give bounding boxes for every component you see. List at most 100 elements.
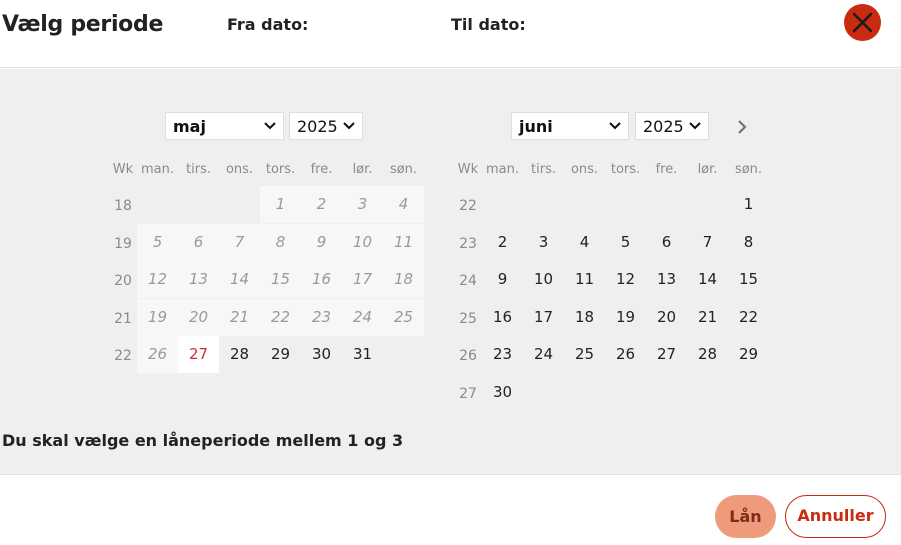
- day-cell[interactable]: 27: [646, 336, 687, 373]
- day-cell: 10: [342, 223, 383, 261]
- day-cell[interactable]: 23: [482, 336, 523, 373]
- day-cell: 1: [260, 186, 301, 223]
- day-cell[interactable]: 20: [646, 299, 687, 336]
- day-cell[interactable]: 29: [260, 336, 301, 373]
- day-cell[interactable]: 3: [523, 224, 564, 261]
- day-cell[interactable]: 6: [646, 224, 687, 261]
- from-date-label: Fra dato:: [227, 15, 309, 34]
- week-number: 24: [459, 273, 477, 289]
- day-cell[interactable]: 15: [728, 261, 769, 298]
- day-cell: 13: [178, 261, 219, 298]
- calendar-panel: maj 2025 juni 2025 Wk man. tirs. ons. tors. f…: [0, 69, 901, 475]
- day-cell: 11: [383, 223, 424, 261]
- weekday-header: fre.: [310, 162, 333, 177]
- day-cell: 3: [342, 186, 383, 223]
- weekday-header: lør.: [352, 162, 373, 177]
- day-cell[interactable]: 5: [605, 224, 646, 261]
- loan-period-info: Du skal vælge en låneperiode mellem 1 og…: [2, 431, 404, 450]
- week-number: 22: [114, 348, 132, 364]
- week-number: 26: [459, 348, 477, 364]
- close-button[interactable]: [844, 4, 881, 41]
- day-cell[interactable]: 9: [482, 261, 523, 298]
- day-cell: 4: [383, 186, 424, 223]
- day-cell[interactable]: 21: [687, 299, 728, 336]
- month-select-left[interactable]: maj: [165, 112, 284, 140]
- dialog-title: Vælg periode: [2, 12, 164, 37]
- day-cell[interactable]: 22: [728, 299, 769, 336]
- day-cell[interactable]: 26: [605, 336, 646, 373]
- day-cell[interactable]: 28: [219, 336, 260, 373]
- week-number: 18: [114, 198, 132, 214]
- chevron-down-icon: [689, 122, 701, 130]
- weekday-header: søn.: [734, 162, 763, 177]
- day-cell: 24: [342, 298, 383, 336]
- year-select-left[interactable]: 2025: [289, 112, 363, 140]
- day-cell[interactable]: 17: [523, 299, 564, 336]
- week-number: 21: [114, 310, 132, 327]
- day-cell: 17: [342, 261, 383, 298]
- month-select-right-value: juni: [519, 117, 553, 136]
- week-number: 20: [114, 273, 132, 289]
- weekday-header: man.: [485, 162, 519, 177]
- day-cell: 8: [260, 223, 301, 261]
- year-select-right-value: 2025: [643, 117, 684, 136]
- weekday-header: ons.: [570, 162, 599, 177]
- day-cell[interactable]: 13: [646, 261, 687, 298]
- week-number: 23: [459, 235, 477, 252]
- day-cell: 15: [260, 261, 301, 298]
- day-cell: 5: [137, 223, 178, 261]
- to-date-label: Til dato:: [451, 15, 526, 34]
- chevron-right-icon: [738, 120, 747, 134]
- day-cell: 12: [137, 261, 178, 298]
- day-cell[interactable]: 28: [687, 336, 728, 373]
- weekday-header: tirs.: [531, 162, 556, 177]
- week-number: 22: [459, 198, 477, 214]
- day-cell[interactable]: 31: [342, 336, 383, 373]
- weekday-header: ons.: [225, 162, 254, 177]
- day-cell: 18: [383, 261, 424, 298]
- day-cell[interactable]: 1: [728, 186, 769, 223]
- day-cell: 2: [301, 186, 342, 223]
- chevron-down-icon: [264, 122, 276, 130]
- day-cell[interactable]: 18: [564, 299, 605, 336]
- month-select-left-value: maj: [173, 117, 206, 136]
- day-cell: 9: [301, 223, 342, 261]
- day-cell[interactable]: 30: [301, 336, 342, 373]
- chevron-down-icon: [343, 122, 355, 130]
- day-cell[interactable]: 11: [564, 261, 605, 298]
- day-cell[interactable]: 4: [564, 224, 605, 261]
- weekday-header: lør.: [697, 162, 718, 177]
- day-cell[interactable]: 30: [482, 374, 523, 411]
- loan-button[interactable]: Lån: [715, 495, 776, 538]
- weekday-header: fre.: [655, 162, 678, 177]
- day-cell[interactable]: 12: [605, 261, 646, 298]
- weekday-header: tors.: [610, 162, 641, 177]
- day-cell: 21: [219, 298, 260, 336]
- weekday-header: tors.: [265, 162, 296, 177]
- day-cell[interactable]: 8: [728, 224, 769, 261]
- cancel-button[interactable]: Annuller: [785, 495, 886, 538]
- day-cell[interactable]: 25: [564, 336, 605, 373]
- year-select-right[interactable]: 2025: [635, 112, 709, 140]
- month-select-right[interactable]: juni: [511, 112, 629, 140]
- year-select-left-value: 2025: [297, 117, 338, 136]
- day-cell[interactable]: 27: [178, 336, 219, 373]
- day-cell[interactable]: 29: [728, 336, 769, 373]
- day-cell[interactable]: 16: [482, 299, 523, 336]
- next-month-button[interactable]: [737, 119, 747, 138]
- dialog-header: Vælg periode Fra dato: Til dato:: [0, 0, 901, 68]
- day-cell[interactable]: 24: [523, 336, 564, 373]
- day-cell[interactable]: 19: [605, 299, 646, 336]
- day-cell[interactable]: 14: [687, 261, 728, 298]
- day-cell[interactable]: 7: [687, 224, 728, 261]
- close-icon: [852, 12, 873, 33]
- day-cell: 19: [137, 298, 178, 336]
- day-cell: 7: [219, 223, 260, 261]
- week-number-header: Wk: [457, 162, 479, 177]
- day-cell: 16: [301, 261, 342, 298]
- weekday-header: man.: [140, 162, 174, 177]
- day-cell[interactable]: 2: [482, 224, 523, 261]
- day-cell: 20: [178, 298, 219, 336]
- day-cell: 26: [137, 336, 178, 373]
- day-cell[interactable]: 10: [523, 261, 564, 298]
